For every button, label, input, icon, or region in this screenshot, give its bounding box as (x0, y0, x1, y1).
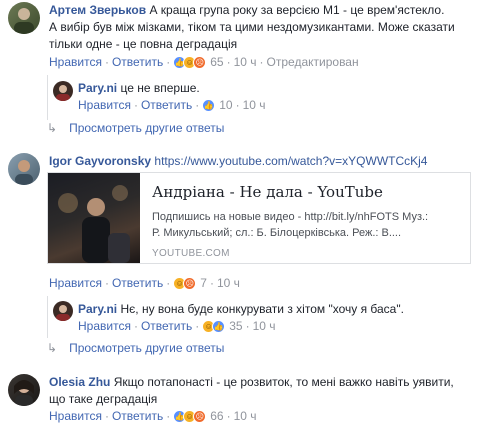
reactions-count: 66 (210, 409, 224, 423)
reactions-count: 65 (210, 55, 224, 69)
reactions-summary[interactable]: 👍 ☺ ☹ (173, 55, 207, 69)
comment-text: це не вперше. (120, 81, 200, 95)
reply-arrow-icon: ↳ (47, 121, 58, 135)
link-card-description-line1: Подпишись на новые видео - http://bit.ly… (152, 211, 429, 223)
view-more-replies-link[interactable]: ↳ Просмотреть другие ответы (47, 341, 224, 355)
comment-actions: Нравится · Ответить · ☺ 👍 35 · 10 ч (78, 319, 276, 333)
reactions-summary[interactable]: ☺ 👍 (202, 319, 226, 333)
avatar[interactable] (8, 2, 40, 34)
comment-time[interactable]: 10 ч (253, 319, 276, 333)
comment-body: Артем Зверьков А краща група року за вер… (49, 2, 485, 53)
comment-author[interactable]: Артем Зверьков (49, 3, 146, 17)
like-link[interactable]: Нравится (78, 98, 131, 112)
reply-link[interactable]: Ответить (112, 276, 163, 290)
view-more-replies-link[interactable]: ↳ Просмотреть другие ответы (47, 121, 224, 135)
reply-body: Pary.ni Нє, ну вона буде конкурувати з х… (78, 302, 404, 317)
angry-reaction-icon: ☹ (193, 55, 207, 69)
reply-thread-line (47, 75, 48, 120)
reply-link[interactable]: Ответить (141, 319, 192, 333)
reactions-summary[interactable]: 👍 ☺ ☹ (173, 409, 207, 423)
view-more-replies-label: Просмотреть другие ответы (69, 121, 225, 135)
comment-text-line2: що таке деградація (49, 392, 158, 406)
comment-actions: Нравится · Ответить · ☺ ☹ 7 · 10 ч (49, 276, 240, 290)
reactions-summary[interactable]: 👍 (202, 98, 216, 112)
comment-author[interactable]: Pary.ni (78, 302, 117, 316)
reply-link[interactable]: Ответить (112, 55, 163, 69)
link-card-description: Подпишись на новые видео - http://bit.ly… (152, 209, 428, 241)
avatar[interactable] (8, 153, 40, 185)
link-preview-card[interactable]: Андріана - Не дала - YouTube Подпишись н… (47, 172, 471, 264)
comment-author[interactable]: Igor Gayvoronsky (49, 154, 151, 168)
view-more-replies-label: Просмотреть другие ответы (69, 341, 225, 355)
comment-text-line2: А вибір був між мізками, тіком та цими н… (49, 20, 455, 34)
reply-link[interactable]: Ответить (112, 409, 163, 423)
like-link[interactable]: Нравится (49, 409, 102, 423)
comment-author[interactable]: Olesia Zhu (49, 375, 110, 389)
like-link[interactable]: Нравится (49, 55, 102, 69)
angry-reaction-icon: ☹ (183, 276, 197, 290)
avatar[interactable] (8, 374, 40, 406)
comment-body: Igor Gayvoronsky https://www.youtube.com… (49, 154, 427, 169)
like-reaction-icon: 👍 (212, 319, 226, 333)
comment-time[interactable]: 10 ч (234, 409, 257, 423)
edited-label[interactable]: Отредактирован (267, 55, 359, 69)
comment-time[interactable]: 10 ч (217, 276, 240, 290)
comment-time[interactable]: 10 ч (243, 98, 266, 112)
comment-author[interactable]: Pary.ni (78, 81, 117, 95)
comment-link[interactable]: https://www.youtube.com/watch?v=xYQWWTCc… (154, 154, 427, 168)
comment-actions: Нравится · Ответить · 👍 ☺ ☹ 65 · 10 ч · … (49, 55, 359, 69)
reply-link[interactable]: Ответить (141, 98, 192, 112)
comment-text: Якщо потапонасті - це розвиток, то мені … (113, 375, 454, 389)
link-card-domain: YOUTUBE.COM (152, 248, 230, 259)
like-reaction-icon: 👍 (202, 98, 216, 112)
comment-body: Olesia Zhu Якщо потапонасті - це розвито… (49, 374, 485, 408)
comment-actions: Нравится · Ответить · 👍 ☺ ☹ 66 · 10 ч (49, 409, 257, 423)
comment-text: Нє, ну вона буде конкурувати з хітом "хо… (120, 302, 404, 316)
reply-body: Pary.ni це не вперше. (78, 81, 200, 96)
like-link[interactable]: Нравится (78, 319, 131, 333)
reactions-summary[interactable]: ☺ ☹ (173, 276, 197, 290)
link-card-description-line2: Р. Микульський; сл.: Б. Білоцерківська. … (152, 227, 402, 239)
reactions-count: 35 (229, 319, 243, 333)
comment-time[interactable]: 10 ч (234, 55, 257, 69)
like-link[interactable]: Нравится (49, 276, 102, 290)
comment-actions: Нравится · Ответить · 👍 10 · 10 ч (78, 98, 266, 112)
angry-reaction-icon: ☹ (193, 409, 207, 423)
reactions-count: 7 (200, 276, 207, 290)
comment-text: А краща група року за версією М1 - це вр… (149, 3, 445, 17)
avatar[interactable] (53, 301, 73, 321)
link-card-title[interactable]: Андріана - Не дала - YouTube (152, 183, 383, 201)
reply-thread-line (47, 296, 48, 338)
video-thumbnail[interactable] (48, 173, 140, 263)
reactions-count: 10 (219, 98, 233, 112)
reply-arrow-icon: ↳ (47, 341, 58, 355)
avatar[interactable] (53, 81, 73, 101)
comment-text-line3: тільки одне - це повна деградація (49, 37, 238, 51)
